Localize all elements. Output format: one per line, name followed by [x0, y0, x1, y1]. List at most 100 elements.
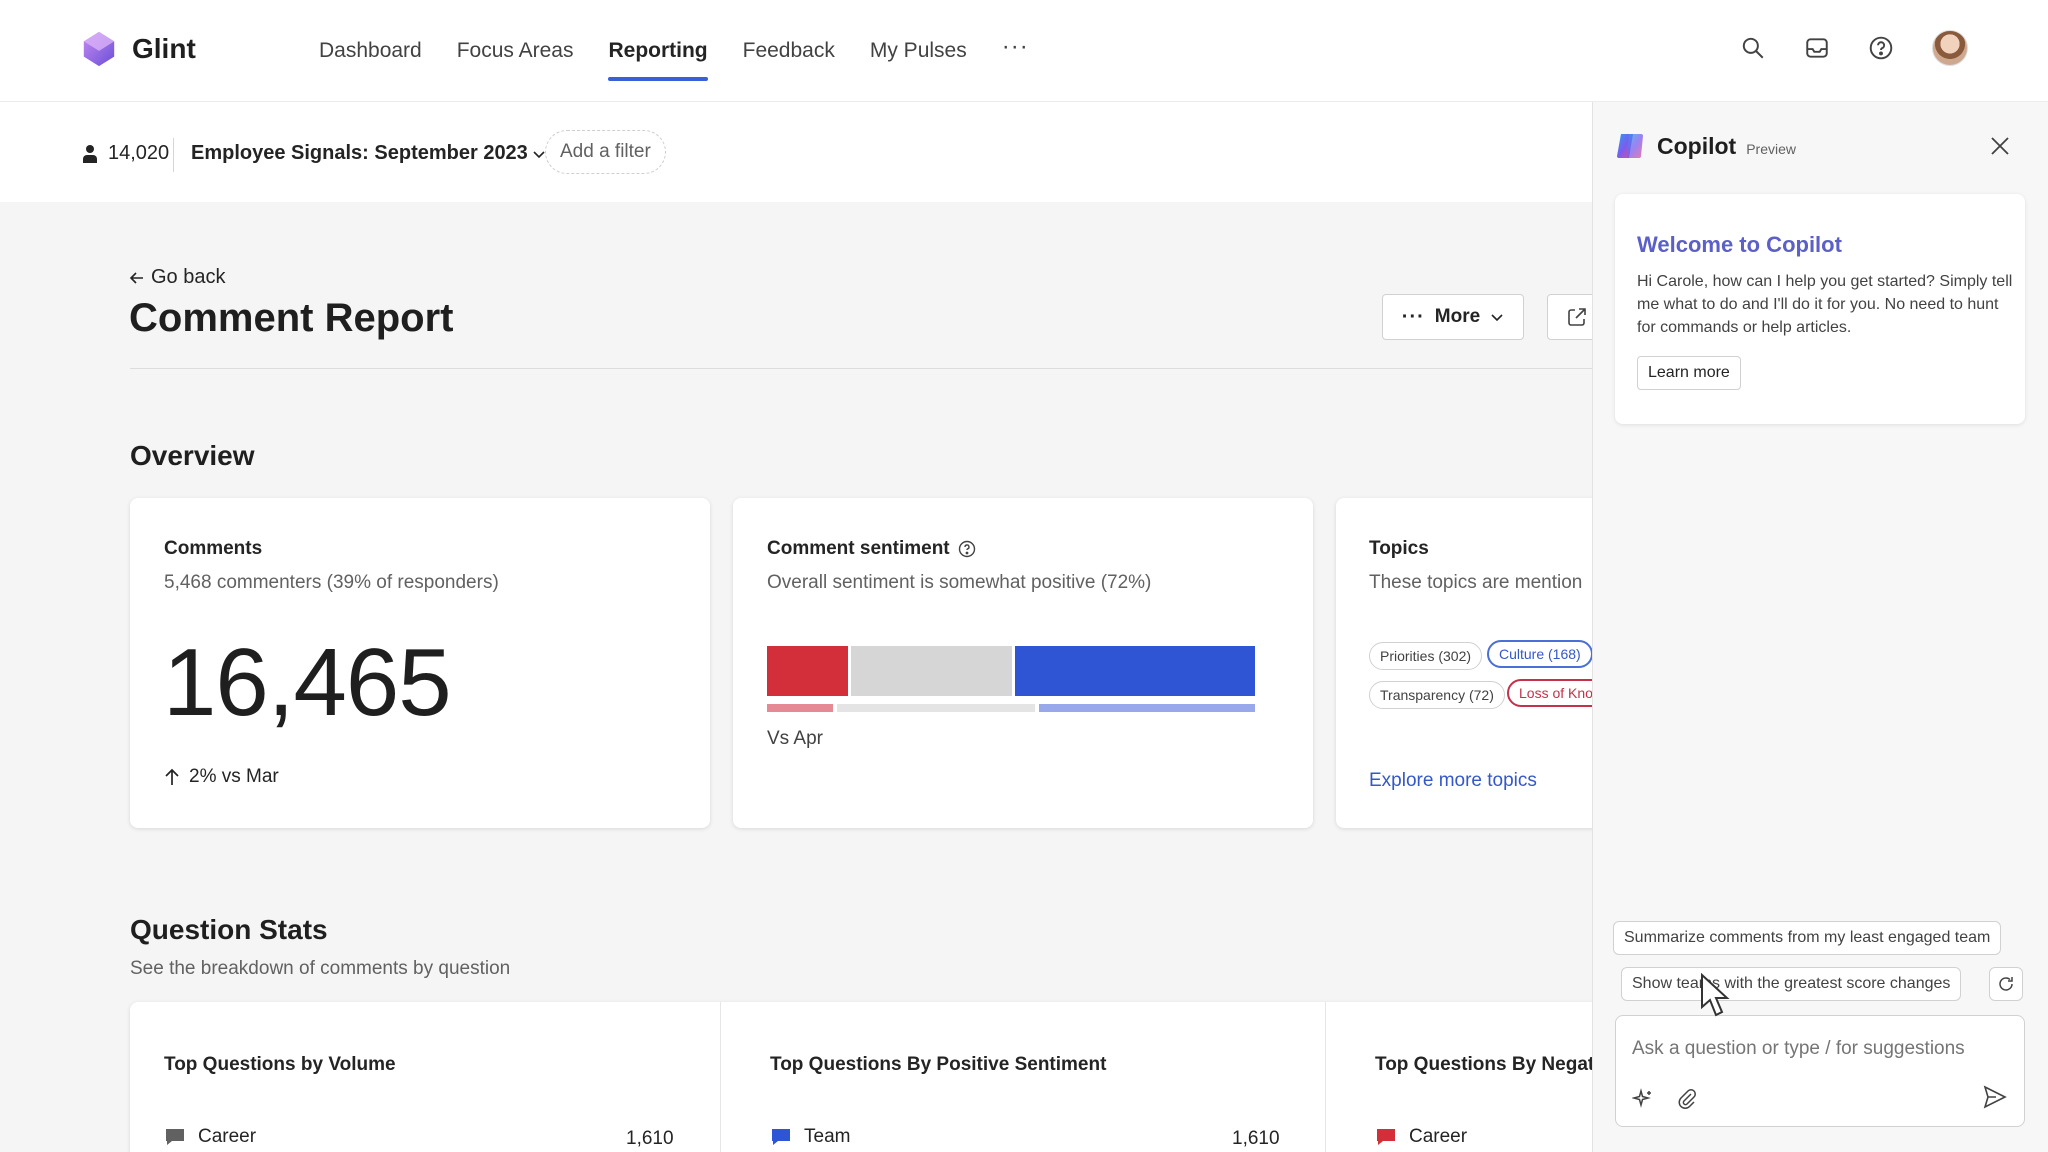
question-row[interactable]: Career — [1375, 1126, 1467, 1148]
refresh-suggestions-button[interactable] — [1989, 967, 2023, 1001]
suggestion-chip[interactable]: Show teams with the greatest score chang… — [1621, 967, 1962, 1001]
question-stats-heading: Question Stats — [130, 914, 328, 945]
comments-trend-label: 2% vs Mar — [189, 766, 279, 787]
people-count: 14,020 — [82, 142, 169, 165]
copilot-welcome-card: Welcome to Copilot Hi Carole, how can I … — [1615, 194, 2025, 424]
nav-actions — [1740, 30, 1968, 66]
survey-selector[interactable]: Employee Signals: September 2023 — [191, 142, 546, 165]
topics-card: Topics These topics are mention Prioriti… — [1336, 498, 1592, 828]
title-divider — [130, 368, 1592, 369]
sentiment-title: Comment sentiment — [767, 538, 950, 559]
tab-feedback[interactable]: Feedback — [743, 0, 835, 102]
preview-badge: Preview — [1746, 140, 1796, 157]
column-divider — [1325, 1002, 1326, 1152]
go-back-label: Go back — [151, 266, 226, 288]
copilot-logo-icon — [1617, 134, 1643, 158]
comment-icon — [1377, 1129, 1395, 1145]
question-stats-panel: Top Questions by Volume Career 1,610 Top… — [130, 1002, 1592, 1152]
question-row[interactable]: Career — [164, 1126, 256, 1148]
question-value: 1,610 — [626, 1128, 674, 1149]
share-icon — [1568, 308, 1586, 326]
topics-subtitle: These topics are mention — [1369, 572, 1583, 593]
explore-topics-link[interactable]: Explore more topics — [1369, 770, 1537, 792]
comments-trend: 2% vs Mar — [163, 766, 279, 788]
arrow-left-icon — [129, 271, 143, 284]
more-tabs-button[interactable]: ··· — [1002, 33, 1029, 61]
more-button[interactable]: ··· More — [1382, 294, 1524, 340]
sentiment-bar-neutral — [851, 646, 1012, 696]
comment-icon — [166, 1129, 184, 1145]
topic-pill-loss-of-knowledge[interactable]: Loss of Kno — [1507, 679, 1592, 707]
sentiment-bar-positive — [1015, 646, 1255, 696]
sentiment-subtitle: Overall sentiment is somewhat positive (… — [767, 572, 1152, 593]
sentiment-bar-negative — [767, 646, 848, 696]
tab-reporting[interactable]: Reporting — [608, 0, 708, 102]
add-filter-button[interactable]: Add a filter — [545, 130, 666, 174]
share-button[interactable] — [1547, 294, 1592, 340]
sentiment-title-row: Comment sentiment — [767, 538, 976, 560]
learn-more-button[interactable]: Learn more — [1637, 356, 1741, 390]
chevron-down-icon — [533, 150, 545, 158]
copilot-header: Copilot Preview — [1615, 130, 1796, 162]
more-button-label: More — [1434, 306, 1481, 327]
topic-pill-priorities[interactable]: Priorities (302) — [1369, 642, 1483, 670]
copilot-panel: Copilot Preview Welcome to Copilot Hi Ca… — [1592, 102, 2048, 1152]
go-back-link[interactable]: Go back — [129, 266, 225, 289]
question-value: 1,610 — [1232, 1128, 1280, 1149]
page-title: Comment Report — [129, 296, 454, 340]
chevron-down-icon — [1491, 314, 1503, 322]
suggestion-chip[interactable]: Summarize comments from my least engaged… — [1613, 921, 2002, 955]
refresh-icon — [1999, 977, 2013, 991]
top-navigation: Glint Dashboard Focus Areas Reporting Fe… — [0, 0, 2048, 102]
filter-bar: 14,020 Employee Signals: September 2023 … — [0, 102, 1592, 202]
mouse-cursor-icon — [1701, 973, 1730, 1017]
comments-title: Comments — [164, 538, 263, 559]
nav-tabs: Dashboard Focus Areas Reporting Feedback… — [319, 0, 1029, 102]
attach-icon[interactable] — [1676, 1088, 1698, 1110]
comments-card: Comments 5,468 commenters (39% of respon… — [130, 498, 710, 828]
top-positive-title: Top Questions By Positive Sentiment — [770, 1054, 1107, 1075]
copilot-title: Copilot — [1657, 132, 1737, 159]
sparkle-icon[interactable] — [1632, 1088, 1654, 1110]
compare-label: Vs Apr — [767, 728, 823, 749]
input-tools — [1632, 1088, 1698, 1110]
comments-total: 16,465 — [163, 629, 452, 736]
overview-heading: Overview — [130, 440, 255, 471]
topic-pill-culture[interactable]: Culture (168) — [1487, 640, 1592, 668]
avatar[interactable] — [1932, 30, 1968, 66]
prior-bar-positive — [1039, 704, 1255, 712]
inbox-icon[interactable] — [1804, 35, 1830, 61]
top-negative-title: Top Questions By Negat — [1375, 1054, 1592, 1075]
tab-dashboard[interactable]: Dashboard — [319, 0, 422, 102]
main-content: Go back Comment Report ··· More Overview… — [0, 202, 1592, 1152]
tab-focus-areas[interactable]: Focus Areas — [457, 0, 574, 102]
glint-logo-icon — [83, 31, 115, 67]
filter-separator — [173, 138, 174, 172]
prior-bar-negative — [767, 704, 833, 712]
comments-subtitle: 5,468 commenters (39% of responders) — [164, 572, 499, 593]
question-label: Team — [804, 1126, 851, 1147]
welcome-title: Welcome to Copilot — [1637, 232, 1842, 257]
people-count-value: 14,020 — [108, 142, 170, 164]
help-icon[interactable] — [1868, 35, 1894, 61]
survey-name: Employee Signals: September 2023 — [191, 142, 528, 164]
column-divider — [720, 1002, 721, 1152]
sentiment-card: Comment sentiment Overall sentiment is s… — [733, 498, 1313, 828]
copilot-input-box — [1615, 1015, 2025, 1127]
info-icon[interactable] — [958, 540, 976, 558]
topics-title: Topics — [1369, 538, 1429, 559]
arrow-up-icon — [165, 768, 179, 785]
search-icon[interactable] — [1740, 35, 1766, 61]
tab-my-pulses[interactable]: My Pulses — [870, 0, 967, 102]
person-icon — [83, 144, 97, 163]
topic-pill-transparency[interactable]: Transparency (72) — [1369, 681, 1505, 709]
close-icon[interactable] — [1990, 136, 2010, 156]
send-icon[interactable] — [1982, 1084, 2008, 1110]
question-label: Career — [198, 1126, 257, 1147]
brand[interactable]: Glint — [80, 30, 196, 68]
copilot-prompt-input[interactable] — [1632, 1038, 2002, 1060]
ellipsis-icon: ··· — [1401, 305, 1425, 328]
prior-bar-neutral — [837, 704, 1035, 712]
question-row[interactable]: Team — [770, 1126, 850, 1148]
top-volume-title: Top Questions by Volume — [164, 1054, 396, 1075]
